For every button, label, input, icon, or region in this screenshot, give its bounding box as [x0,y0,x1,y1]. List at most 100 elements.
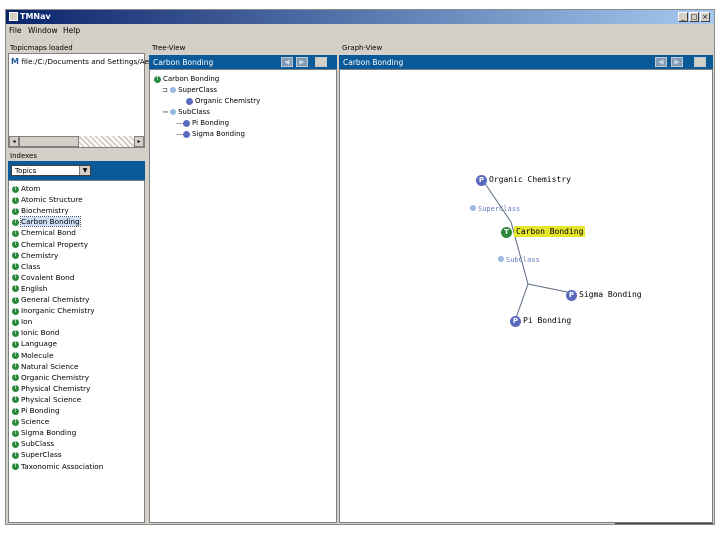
index-item[interactable]: T Natural Science [12,362,79,373]
expand-toggle-icon[interactable]: ⊸ [162,108,168,116]
index-item[interactable]: T Chemical Property [12,240,88,251]
index-item[interactable]: T Chemical Bond [12,228,76,239]
index-item[interactable]: T Language [12,339,57,350]
tree-subclass[interactable]: ⊸ SubClass [162,108,210,116]
topic-icon: T [12,229,19,237]
tree-organic-label: Organic Chemistry [195,97,261,105]
index-item[interactable]: T General Chemistry [12,295,89,306]
tree-subclass-child-sigma[interactable]: — Sigma Bonding [176,130,245,138]
topic-icon: T [12,218,19,226]
graph-node-sigma[interactable]: P Sigma Bonding [566,290,642,301]
tree-root[interactable]: T Carbon Bonding [154,75,219,83]
menu-help[interactable]: Help [63,26,80,35]
topic-icon: T [12,318,19,326]
index-item-label: Language [21,339,58,349]
topic-icon: T [12,385,19,393]
index-item-label: Biochemistry [21,206,69,216]
maximize-button[interactable]: □ [689,12,699,22]
tree-connector: — [176,130,183,138]
topic-icon: T [12,263,19,271]
graph-node-center[interactable]: T Carbon Bonding [501,226,586,238]
scroll-left-button[interactable]: ◂ [9,136,19,147]
topic-icon: T [12,396,19,404]
topic-icon: T [12,285,19,293]
graph-node-superclass[interactable]: SuperClass [470,205,520,213]
tree-subclass-child-pi[interactable]: — Pi Bonding [176,119,229,127]
topic-icon: T [12,196,19,204]
tree-superclass[interactable]: ⊐ SuperClass [162,86,217,94]
topicmap-entry[interactable]: M file:/C:/Documents and Settings/Aem [11,57,156,66]
back-arrow-icon[interactable]: ◀ [281,57,293,67]
graph-view-toolbar: Carbon Bonding ◀ ▶ [339,55,713,69]
index-type-dropdown[interactable]: Topics ▼ [11,165,91,176]
index-item[interactable]: T Inorganic Chemistry [12,306,95,317]
scroll-right-button[interactable]: ▸ [134,136,144,147]
topic-icon: T [12,451,19,459]
association-icon [170,87,177,93]
topic-icon: T [12,429,19,437]
index-item[interactable]: T Atom [12,184,40,195]
topic-icon: T [12,296,19,304]
index-item[interactable]: T Physical Chemistry [12,384,90,395]
tree-sigma-label: Sigma Bonding [192,130,245,138]
topic-icon [186,97,193,105]
edge-organic-center [483,181,512,223]
index-item[interactable]: T Chemistry [12,251,58,262]
tree-superclass-child[interactable]: Organic Chemistry [186,97,260,105]
index-item[interactable]: T Molecule [12,351,53,362]
index-item[interactable]: T Taxonomic Association [12,462,103,473]
menu-file[interactable]: File [9,26,22,35]
index-item[interactable]: T SuperClass [12,450,62,461]
index-item[interactable]: T Pi Bonding [12,406,60,417]
index-item-label: Chemical Property [21,239,89,249]
topic-node-icon: T [501,227,512,238]
graph-node-subclass[interactable]: SubClass [498,256,540,264]
association-node-icon [470,205,476,211]
index-item[interactable]: T Class [12,262,40,273]
close-button[interactable]: × [700,12,710,22]
horizontal-scrollbar[interactable]: ◂ ▸ [9,136,144,147]
index-item[interactable]: T Carbon Bonding [12,216,81,228]
graph-node-sigma-label: Sigma Bonding [579,290,642,299]
index-item[interactable]: T Physical Science [12,395,81,406]
tree-view-current: Carbon Bonding [153,58,214,67]
scroll-thumb[interactable] [19,136,79,147]
tree-view-header: Tree-View [152,44,186,52]
index-item[interactable]: T SubClass [12,439,54,450]
topic-icon: T [12,463,19,470]
graph-node-pi[interactable]: P Pi Bonding [510,316,571,327]
index-item-label: English [21,283,48,293]
graph-view-canvas[interactable]: P Organic Chemistry SuperClass T Carbon Bo… [339,69,713,523]
graph-node-subclass-label: SubClass [506,256,540,264]
index-item-label: Physical Science [21,394,82,404]
topic-node-icon: P [476,175,487,186]
index-item-label: Taxonomic Association [21,461,104,471]
index-item[interactable]: T Ion [12,317,32,328]
tree-view-extra-button[interactable] [315,57,327,67]
graph-node-organic[interactable]: P Organic Chemistry [476,175,571,186]
index-item[interactable]: T Ionic Bond [12,328,59,339]
index-item[interactable]: T Sigma Bonding [12,428,76,439]
index-item[interactable]: T Atomic Structure [12,195,83,206]
graph-view-extra-button[interactable] [694,57,706,67]
menu-window[interactable]: Window [28,26,58,35]
title-bar[interactable]: TMNav _ □ × [6,10,714,24]
expand-toggle-icon[interactable]: ⊐ [162,86,168,94]
index-item[interactable]: T Biochemistry [12,206,69,217]
tree-superclass-label: SuperClass [178,86,218,94]
index-item[interactable]: T English [12,284,47,295]
index-item-label: Covalent Bond [21,272,75,282]
tree-view-toolbar: Carbon Bonding ◀ ▶ [149,55,337,69]
back-arrow-icon[interactable]: ◀ [655,57,667,67]
index-item-label: Molecule [21,350,54,360]
chevron-down-icon[interactable]: ▼ [79,166,90,175]
index-item-label: Atomic Structure [21,195,83,205]
index-item[interactable]: T Covalent Bond [12,273,74,284]
forward-arrow-icon[interactable]: ▶ [296,57,308,67]
index-item-label: Class [21,261,41,271]
forward-arrow-icon[interactable]: ▶ [671,57,683,67]
minimize-button[interactable]: _ [678,12,688,22]
index-item[interactable]: T Organic Chemistry [12,373,89,384]
graph-node-pi-label: Pi Bonding [523,316,572,325]
index-item[interactable]: T Science [12,417,49,428]
